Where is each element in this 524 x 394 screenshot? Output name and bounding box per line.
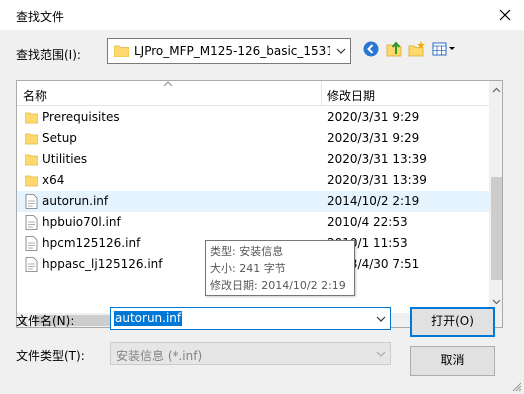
folder-icon: [25, 112, 38, 124]
up-folder-icon[interactable]: [386, 40, 404, 58]
tooltip-type: 类型: 安装信息: [210, 245, 284, 258]
file-icon: [25, 194, 38, 209]
lookin-value: LJPro_MFP_M125-126_basic_15311: [134, 44, 330, 58]
filename-combobox[interactable]: autorun.inf: [110, 307, 391, 330]
file-date: 2020/3/31 9:29: [327, 110, 420, 124]
dialog-body: 查找范围(I): LJPro_MFP_M125-126_basic_15311 …: [0, 30, 524, 394]
file-icon: [25, 236, 38, 251]
chevron-down-icon[interactable]: [336, 47, 346, 55]
title-bar: 查找文件: [0, 0, 524, 30]
file-date: 2010/4 22:53: [327, 215, 408, 229]
back-icon[interactable]: [362, 40, 380, 58]
file-name: x64: [42, 173, 65, 187]
tooltip-date: 修改日期: 2014/10/2 2:19: [210, 279, 346, 292]
list-item[interactable]: hpbuio70l.inf 2010/4 22:53: [17, 212, 489, 233]
file-name: hppasc_lj125126.inf: [42, 257, 163, 271]
filetype-combobox[interactable]: 安装信息 (*.inf): [110, 342, 391, 365]
folder-icon: [25, 154, 38, 166]
vertical-scroll-thumb[interactable]: [491, 177, 502, 280]
filetype-label: 文件类型(T):: [16, 349, 85, 363]
file-name: hpbuio70l.inf: [42, 215, 121, 229]
lookin-combobox[interactable]: LJPro_MFP_M125-126_basic_15311: [107, 38, 351, 64]
folder-icon: [114, 45, 129, 57]
filename-input[interactable]: autorun.inf: [114, 311, 183, 326]
cancel-button[interactable]: 取消: [410, 346, 495, 376]
chevron-down-icon[interactable]: [376, 315, 386, 323]
file-name: hpcm125126.inf: [42, 236, 141, 250]
file-info-tooltip: 类型: 安装信息 大小: 241 字节 修改日期: 2014/10/2 2:19: [205, 240, 355, 296]
list-item[interactable]: Setup 2020/3/31 9:29: [17, 128, 489, 149]
list-header: 名称 修改日期: [17, 81, 489, 106]
list-item[interactable]: x64 2020/3/31 13:39: [17, 170, 489, 191]
vertical-scrollbar[interactable]: [489, 81, 502, 313]
file-date: 2020/3/31 9:29: [327, 131, 420, 145]
scroll-up-icon[interactable]: [492, 87, 501, 93]
file-icon: [25, 215, 38, 230]
column-separator[interactable]: [321, 81, 322, 106]
resize-grip-icon[interactable]: [512, 382, 522, 392]
file-name: Prerequisites: [42, 110, 120, 124]
close-icon[interactable]: [496, 6, 514, 24]
file-name: Setup: [42, 131, 77, 145]
window-title: 查找文件: [16, 10, 65, 24]
file-name: autorun.inf: [42, 194, 109, 208]
list-item[interactable]: autorun.inf 2014/10/2 2:19: [17, 191, 489, 212]
sort-ascending-icon: [163, 81, 173, 87]
open-button[interactable]: 打开(O): [410, 307, 495, 337]
file-date: 2020/3/31 13:39: [327, 173, 427, 187]
new-folder-icon[interactable]: [408, 40, 426, 58]
lookin-label: 查找范围(I):: [16, 48, 81, 62]
folder-icon: [25, 175, 38, 187]
file-date: 2014/10/2 2:19: [327, 194, 420, 208]
column-header-date[interactable]: 修改日期: [327, 87, 375, 104]
filename-label: 文件名(N):: [16, 314, 75, 328]
view-menu-icon[interactable]: [432, 40, 456, 58]
file-date: 2020/3/31 13:39: [327, 152, 427, 166]
file-name: Utilities: [42, 152, 88, 166]
file-icon: [25, 257, 38, 272]
scroll-down-icon[interactable]: [492, 299, 501, 305]
filetype-value: 安装信息 (*.inf): [116, 349, 203, 363]
column-header-name[interactable]: 名称: [23, 87, 47, 104]
list-item[interactable]: Prerequisites 2020/3/31 9:29: [17, 107, 489, 128]
tooltip-size: 大小: 241 字节: [210, 262, 286, 275]
chevron-down-icon[interactable]: [376, 350, 386, 358]
list-item[interactable]: Utilities 2020/3/31 13:39: [17, 149, 489, 170]
folder-icon: [25, 133, 38, 145]
